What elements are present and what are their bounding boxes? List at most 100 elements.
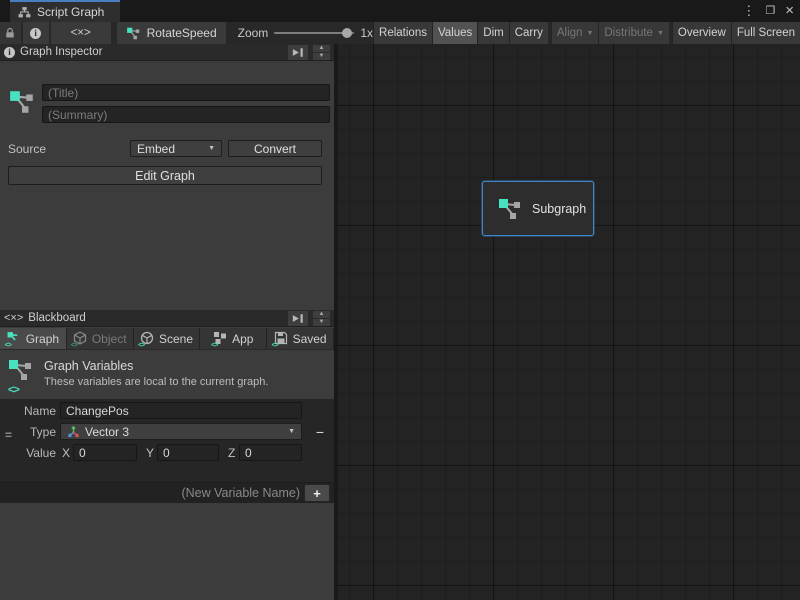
app-tab-icon: <> [213, 331, 228, 346]
remove-variable-button[interactable]: − [312, 424, 328, 440]
scroll-up-button[interactable]: ▲ [313, 311, 330, 318]
carry-button[interactable]: Carry [509, 22, 548, 44]
scroll-up-button[interactable]: ▲ [313, 45, 330, 52]
graph-toolbar: i <×> RotateSpeed Zoom 1x Relations Valu… [0, 22, 800, 44]
object-tab-icon: <> [73, 331, 88, 346]
value-label: Value [4, 446, 56, 460]
graph-tab-icon: <> [7, 331, 22, 346]
x-label: X [62, 446, 70, 460]
script-graph-window: Script Graph ⋮ ❐ × i <×> [0, 0, 800, 600]
graph-inspector-title: Graph Inspector [20, 46, 102, 58]
y-value-input[interactable] [157, 444, 219, 461]
tab-title: Script Graph [37, 5, 104, 19]
maximize-icon[interactable]: ❐ [765, 0, 775, 22]
edit-graph-button[interactable]: Edit Graph [8, 166, 322, 185]
graph-node-icon [126, 26, 141, 41]
z-value-input[interactable] [239, 444, 302, 461]
chevron-down-icon: ▼ [657, 30, 664, 37]
z-label: Z [228, 446, 235, 460]
zoom-label: Zoom [238, 26, 269, 40]
lock-button[interactable] [0, 22, 21, 44]
tab-app[interactable]: <> App [200, 328, 267, 350]
toolbar-buttons: Relations Values Dim Carry Align▼ Distri… [373, 22, 800, 44]
saved-tab-icon: <> [274, 331, 289, 346]
variable-name-row: Name [0, 402, 334, 422]
breadcrumb[interactable]: RotateSpeed [117, 22, 226, 44]
close-icon[interactable]: × [785, 0, 794, 22]
dock-icon [292, 313, 304, 324]
graph-title-input[interactable] [42, 84, 330, 101]
ports-toggle-button[interactable]: <×> [51, 22, 111, 44]
tab-script-graph[interactable]: Script Graph [10, 0, 120, 22]
vector3-icon [67, 425, 80, 438]
chevron-down-icon: ▼ [288, 428, 295, 435]
variable-type-row: = Type Vector 3 ▼ − [0, 423, 334, 443]
blackboard-tabs: <> Graph <> Object [0, 328, 334, 350]
window-controls: ⋮ ❐ × [742, 0, 794, 22]
subgraph-node[interactable]: Subgraph [482, 181, 594, 236]
dock-panel-button[interactable] [288, 45, 308, 60]
variable-row: Name = Type Vector 3 ▼ − [0, 399, 334, 482]
y-label: Y [146, 446, 154, 460]
side-panel: i Graph Inspector ▲ ▼ S [0, 44, 336, 600]
scroll-down-button[interactable]: ▼ [313, 53, 330, 60]
graph-canvas[interactable]: Subgraph [338, 44, 800, 600]
variable-value-row: Value X Y Z [0, 444, 334, 464]
type-label: Type [4, 425, 56, 439]
graph-variables-header: <> Graph Variables These variables are l… [0, 352, 334, 398]
zoom-control: Zoom 1x [238, 22, 373, 44]
distribute-button[interactable]: Distribute▼ [598, 22, 669, 44]
relations-button[interactable]: Relations [373, 22, 432, 44]
tab-bar: Script Graph ⋮ ❐ × [0, 0, 800, 22]
x-value-input[interactable] [73, 444, 137, 461]
graph-node-icon [8, 87, 36, 117]
graph-variables-title: Graph Variables [44, 359, 133, 373]
graph-variables-description: These variables are local to the current… [44, 376, 268, 388]
zoom-value: 1x [360, 26, 373, 40]
overview-button[interactable]: Overview [672, 22, 731, 44]
tab-graph[interactable]: <> Graph [0, 328, 67, 350]
variable-name-input[interactable] [60, 402, 302, 419]
ports-icon: <×> [71, 27, 91, 39]
source-label: Source [8, 142, 46, 156]
chevron-down-icon: ▼ [586, 30, 593, 37]
convert-button[interactable]: Convert [228, 140, 322, 157]
subgraph-node-icon [497, 196, 523, 222]
blackboard-title: Blackboard [28, 312, 86, 324]
script-graph-icon [18, 6, 31, 19]
breadcrumb-label: RotateSpeed [147, 26, 217, 40]
blackboard-header: <×> Blackboard ▲ ▼ [0, 310, 334, 327]
values-button[interactable]: Values [432, 22, 477, 44]
graph-variables-icon: <> [8, 358, 38, 396]
chevron-down-icon: ▼ [208, 145, 215, 152]
info-icon: i [4, 47, 15, 58]
add-variable-button[interactable]: + [304, 484, 330, 502]
source-dropdown[interactable]: Embed ▼ [130, 140, 222, 157]
graph-inspector-header: i Graph Inspector ▲ ▼ [0, 44, 334, 61]
tab-saved[interactable]: <> Saved [267, 328, 334, 350]
graph-summary-input[interactable] [42, 106, 330, 123]
variable-type-dropdown[interactable]: Vector 3 ▼ [60, 423, 302, 440]
scroll-down-button[interactable]: ▼ [313, 319, 330, 326]
new-variable-row: + [0, 482, 334, 503]
dock-panel-button[interactable] [288, 311, 308, 326]
name-label: Name [4, 404, 56, 418]
tab-object[interactable]: <> Object [67, 328, 134, 350]
menu-icon[interactable]: ⋮ [742, 0, 755, 22]
dim-button[interactable]: Dim [477, 22, 508, 44]
scene-tab-icon: <> [140, 331, 155, 346]
info-icon: i [30, 28, 41, 39]
panel-scroll-arrows: ▲ ▼ [313, 311, 330, 326]
subgraph-node-label: Subgraph [532, 202, 586, 216]
lock-icon [4, 27, 16, 39]
align-button[interactable]: Align▼ [551, 22, 599, 44]
blackboard-icon: <×> [4, 312, 23, 324]
panel-scroll-arrows: ▲ ▼ [313, 45, 330, 60]
full-screen-button[interactable]: Full Screen [731, 22, 800, 44]
inspector-toggle-button[interactable]: i [23, 22, 49, 44]
zoom-slider-handle[interactable] [342, 28, 352, 38]
tab-scene[interactable]: <> Scene [134, 328, 201, 350]
dock-icon [292, 47, 304, 58]
new-variable-input[interactable] [6, 484, 300, 502]
zoom-slider[interactable] [274, 32, 354, 34]
